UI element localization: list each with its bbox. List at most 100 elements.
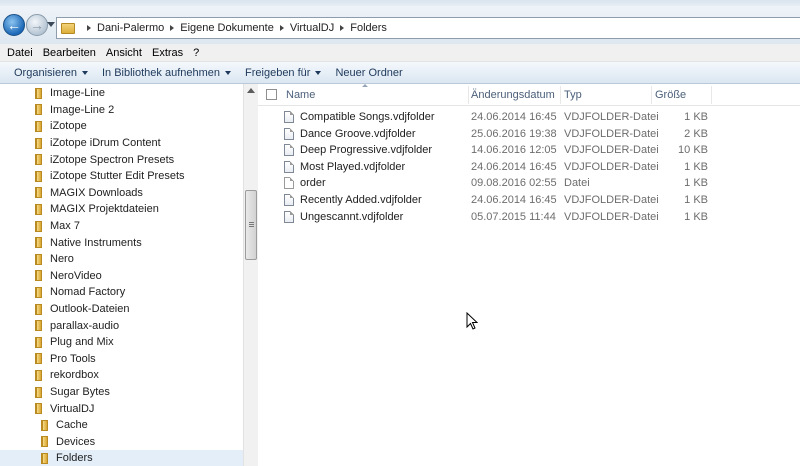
chevron-down-icon xyxy=(315,70,322,75)
folder-icon xyxy=(35,187,42,199)
file-size: 1 KB xyxy=(684,194,708,206)
menu-view[interactable]: Ansicht xyxy=(101,47,147,59)
file-type: VDJFOLDER-Datei xyxy=(564,127,659,140)
new-folder-label: Neuer Ordner xyxy=(335,66,403,79)
nav-tree-item[interactable]: MAGIX Projektdateien xyxy=(0,201,243,218)
back-button[interactable]: ← xyxy=(3,14,25,36)
file-type: VDJFOLDER-Datei xyxy=(564,111,659,123)
menu-edit[interactable]: Bearbeiten xyxy=(38,47,101,59)
column-type[interactable]: Typ xyxy=(564,89,582,103)
navigation-pane[interactable]: Image-Line Image-Line 2 iZotope iZotope iDr… xyxy=(0,84,258,466)
file-row[interactable]: Ungescannt.vdjfolder 05.07.2015 11:44 VDJF… xyxy=(258,209,800,226)
folder-icon xyxy=(35,369,42,381)
folder-icon xyxy=(35,120,42,132)
nav-tree-item[interactable]: Devices xyxy=(0,434,243,451)
column-size[interactable]: Größe xyxy=(655,89,686,103)
breadcrumb-item[interactable]: Eigene Dokumente xyxy=(180,22,274,34)
nav-tree-item[interactable]: iZotope Stutter Edit Presets xyxy=(0,168,243,185)
vdjfolder-file-icon xyxy=(284,194,294,206)
nav-tree-item[interactable]: MAGIX Downloads xyxy=(0,185,243,202)
forward-button[interactable]: → xyxy=(26,14,48,36)
chevron-right-icon[interactable] xyxy=(340,25,345,31)
folder-icon xyxy=(35,137,42,149)
address-bar[interactable]: Dani-Palermo Eigene Dokumente VirtualDJ … xyxy=(56,17,800,39)
folder-icon xyxy=(35,237,42,249)
nav-tree-item-label: Nero xyxy=(50,253,74,266)
breadcrumb-item[interactable]: VirtualDJ xyxy=(290,22,334,34)
blank-file-icon xyxy=(284,177,294,190)
folder-icon xyxy=(35,270,42,282)
nav-tree-item[interactable]: Nomad Factory xyxy=(0,284,243,301)
file-row[interactable]: Recently Added.vdjfolder 24.06.2014 16:45… xyxy=(258,192,800,209)
chevron-right-icon[interactable] xyxy=(170,25,175,31)
nav-tree-item[interactable]: Cache xyxy=(0,417,243,434)
menu-help[interactable]: ? xyxy=(188,47,204,59)
new-folder-button[interactable]: Neuer Ordner xyxy=(328,67,409,79)
column-divider[interactable] xyxy=(468,86,469,104)
nav-tree-item[interactable]: NeroVideo xyxy=(0,268,243,285)
file-name: Compatible Songs.vdjfolder xyxy=(300,111,435,123)
nav-tree-item[interactable]: Image-Line xyxy=(0,85,243,102)
file-date: 25.06.2016 19:38 xyxy=(471,127,557,140)
nav-tree-item[interactable]: Outlook-Dateien xyxy=(0,301,243,318)
nav-tree-item[interactable]: Native Instruments xyxy=(0,234,243,251)
file-size: 1 KB xyxy=(684,111,708,123)
vdjfolder-file-icon xyxy=(284,144,294,157)
nav-tree-item-label: Devices xyxy=(56,435,96,448)
vdjfolder-file-icon xyxy=(284,210,294,223)
nav-tree-item-label: Max 7 xyxy=(50,220,80,233)
nav-tree-item[interactable]: VirtualDJ xyxy=(0,400,243,417)
breadcrumb-item[interactable]: Folders xyxy=(350,22,387,34)
chevron-right-icon[interactable] xyxy=(279,25,284,31)
nav-tree-item[interactable]: Image-Line 2 xyxy=(0,102,243,119)
nav-tree-item-label: iZotope Stutter Edit Presets xyxy=(50,170,185,183)
recent-pages-dropdown[interactable] xyxy=(47,22,55,27)
sort-indicator-icon xyxy=(362,84,368,87)
chevron-right-icon[interactable] xyxy=(87,25,91,31)
nav-tree-item[interactable]: Nero xyxy=(0,251,243,268)
nav-tree-item[interactable]: iZotope xyxy=(0,118,243,135)
column-date[interactable]: Änderungsdatum xyxy=(471,89,555,103)
nav-tree-item-label: MAGIX Projektdateien xyxy=(50,203,159,216)
menu-file[interactable]: Datei xyxy=(0,47,38,59)
folder-icon xyxy=(35,286,42,298)
nav-tree-item-label: Native Instruments xyxy=(50,236,142,249)
scroll-thumb[interactable] xyxy=(245,190,257,260)
nav-tree-item[interactable]: rekordbox xyxy=(0,367,243,384)
menu-tools[interactable]: Extras xyxy=(147,47,188,59)
nav-tree-item[interactable]: parallax-audio xyxy=(0,317,243,334)
nav-tree-item[interactable]: iZotope Spectron Presets xyxy=(0,151,243,168)
file-row[interactable]: Deep Progressive.vdjfolder 14.06.2016 12:… xyxy=(258,142,800,159)
file-row[interactable]: Compatible Songs.vdjfolder 24.06.2014 16:… xyxy=(258,109,800,126)
file-row[interactable]: Dance Groove.vdjfolder 25.06.2016 19:38 VD… xyxy=(258,126,800,143)
nav-tree-item-label: MAGIX Downloads xyxy=(50,186,143,199)
nav-tree-item[interactable]: Pro Tools xyxy=(0,351,243,368)
scroll-up-arrow-icon[interactable] xyxy=(247,88,255,93)
nav-scrollbar[interactable] xyxy=(243,84,258,466)
vdjfolder-file-icon xyxy=(284,111,294,123)
arrow-left-icon: ← xyxy=(7,17,21,33)
organize-button[interactable]: Organisieren xyxy=(0,67,95,79)
column-header-row: Name Änderungsdatum Typ Größe xyxy=(258,84,800,106)
file-row[interactable]: order 09.08.2016 02:55 Datei 1 KB xyxy=(258,175,800,192)
nav-tree-item[interactable]: Sugar Bytes xyxy=(0,384,243,401)
share-with-button[interactable]: Freigeben für xyxy=(238,67,328,79)
select-all-checkbox[interactable] xyxy=(266,89,277,100)
nav-tree-item[interactable]: iZotope iDrum Content xyxy=(0,135,243,152)
column-name[interactable]: Name xyxy=(286,89,315,103)
folder-icon xyxy=(35,353,42,365)
nav-tree-item[interactable]: Plug and Mix xyxy=(0,334,243,351)
file-size: 1 KB xyxy=(684,160,708,173)
breadcrumb-item[interactable]: Dani-Palermo xyxy=(97,22,164,34)
nav-tree-item-label: rekordbox xyxy=(50,369,99,382)
folder-icon xyxy=(61,22,75,34)
column-divider[interactable] xyxy=(560,86,561,104)
column-divider[interactable] xyxy=(711,86,712,104)
file-list[interactable]: Name Änderungsdatum Typ Größe Compatible… xyxy=(258,84,800,466)
include-in-library-button[interactable]: In Bibliothek aufnehmen xyxy=(95,67,238,79)
file-size: 1 KB xyxy=(684,177,708,190)
column-divider[interactable] xyxy=(651,86,652,104)
nav-tree-item[interactable]: Folders xyxy=(0,450,243,466)
file-row[interactable]: Most Played.vdjfolder 24.06.2014 16:45 VDJ… xyxy=(258,159,800,176)
nav-tree-item[interactable]: Max 7 xyxy=(0,218,243,235)
